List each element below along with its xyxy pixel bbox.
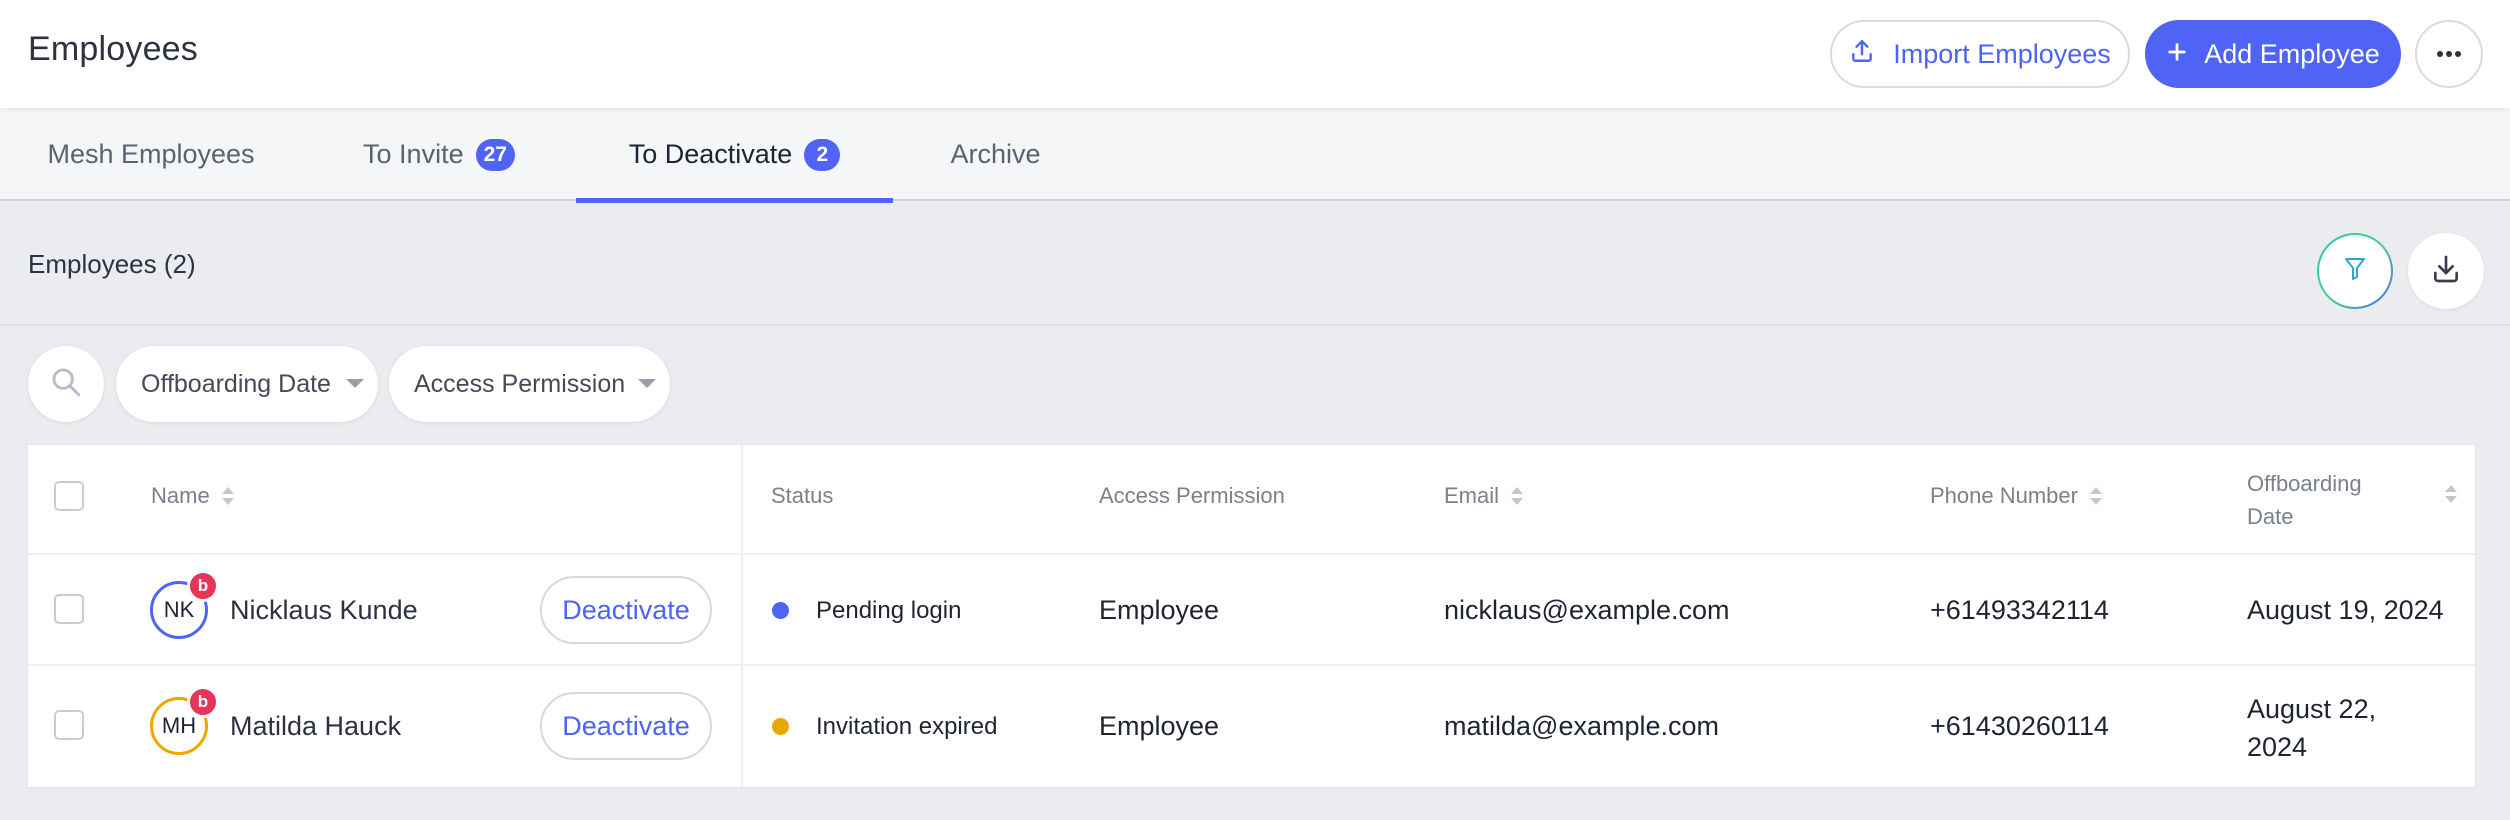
- header-access-permission: Access Permission: [1099, 483, 1285, 509]
- tab-label: Archive: [950, 139, 1041, 169]
- tab-to-deactivate[interactable]: To Deactivate 2: [576, 108, 893, 203]
- avatar-initials: NK: [163, 597, 195, 622]
- add-employee-button[interactable]: Add Employee: [2145, 20, 2401, 88]
- header-label-line: Date: [2247, 504, 2294, 529]
- more-horizontal-icon: [2436, 45, 2462, 63]
- select-all-checkbox[interactable]: [54, 481, 84, 511]
- import-employees-label: Import Employees: [1893, 38, 2111, 69]
- deactivate-button[interactable]: Deactivate: [540, 576, 712, 644]
- tab-bar: Mesh Employees To Invite 27 To Deactivat…: [0, 108, 2510, 203]
- phone-value: +61430260114: [1930, 711, 2109, 741]
- dropdown-label: Access Permission: [414, 369, 626, 398]
- offboarding-date-filter[interactable]: Offboarding Date: [116, 346, 378, 422]
- status-text: Invitation expired: [816, 713, 998, 740]
- tab-label: To Invite: [363, 139, 464, 169]
- chevron-down-icon: [638, 379, 656, 388]
- search-button[interactable]: [28, 346, 104, 422]
- employee-name[interactable]: Matilda Hauck: [230, 711, 401, 742]
- download-button[interactable]: [2408, 233, 2484, 309]
- dropdown-label: Offboarding Date: [141, 369, 331, 398]
- header-label: Status: [771, 483, 834, 508]
- offboarding-date-value: August 19, 2024: [2247, 595, 2444, 625]
- status-text: Pending login: [816, 597, 962, 624]
- offboarding-date-line: August 22,: [2247, 694, 2377, 724]
- avatar[interactable]: NK b: [150, 570, 219, 639]
- row-checkbox[interactable]: [54, 710, 84, 740]
- status-badge: b: [187, 570, 219, 602]
- deactivate-button[interactable]: Deactivate: [540, 692, 712, 760]
- download-icon: [2430, 253, 2462, 290]
- header-name[interactable]: Name: [151, 483, 234, 509]
- header-label: Access Permission: [1099, 483, 1285, 508]
- tab-mesh-employees[interactable]: Mesh Employees: [0, 108, 302, 201]
- column-divider: [741, 445, 743, 787]
- row-separator: [28, 664, 2475, 666]
- employee-name[interactable]: Nicklaus Kunde: [230, 595, 418, 626]
- phone-value: +61493342114: [1930, 595, 2109, 625]
- offboarding-date-line: 2024: [2247, 732, 2308, 762]
- header-label: Email: [1444, 483, 1500, 508]
- tab-label: Mesh Employees: [47, 139, 255, 169]
- filter-icon: [2343, 255, 2367, 288]
- more-options-button[interactable]: [2415, 20, 2483, 88]
- header-label-line: Offboarding: [2247, 471, 2362, 496]
- header-label: Name: [151, 483, 210, 508]
- sort-icon: [221, 487, 234, 505]
- section-header: Employees (2): [0, 201, 2510, 326]
- avatar[interactable]: MH b: [150, 686, 219, 755]
- status-dot: [772, 718, 789, 735]
- header-label: Offboarding Date: [2247, 467, 2362, 533]
- tab-archive[interactable]: Archive: [893, 108, 1098, 201]
- count-badge: 2: [804, 138, 841, 171]
- sort-icon: [2089, 487, 2102, 505]
- page-title: Employees: [28, 30, 198, 68]
- row-checkbox[interactable]: [54, 594, 84, 624]
- offboarding-date-value: August 22, 2024: [2247, 690, 2376, 766]
- header-email[interactable]: Email: [1444, 483, 1524, 509]
- header-phone-number[interactable]: Phone Number: [1930, 483, 2102, 509]
- header-offboarding-date[interactable]: Offboarding Date: [2247, 467, 2457, 533]
- page-header: Employees Import Employees Add Employee: [0, 0, 2510, 108]
- upload-icon: [1849, 38, 1875, 71]
- sort-icon: [2445, 485, 2457, 503]
- status-dot: [772, 602, 789, 619]
- access-permission-value: Employee: [1099, 711, 1220, 741]
- tab-to-invite[interactable]: To Invite 27: [302, 108, 576, 201]
- add-employee-label: Add Employee: [2204, 38, 2380, 69]
- row-separator: [28, 553, 2475, 555]
- sort-icon: [1511, 487, 1524, 505]
- search-icon: [49, 365, 83, 404]
- access-permission-value: Employee: [1099, 595, 1220, 625]
- chevron-down-icon: [346, 379, 364, 388]
- employee-count-title: Employees (2): [28, 249, 196, 279]
- access-permission-filter[interactable]: Access Permission: [389, 346, 670, 422]
- avatar-initials: MH: [161, 713, 197, 738]
- filter-button[interactable]: [2317, 233, 2393, 309]
- plus-icon: [2166, 39, 2188, 70]
- tab-label: To Deactivate: [628, 139, 793, 169]
- employees-table: Name Status Access Permission Email Phon…: [28, 445, 2475, 787]
- count-badge: 27: [475, 138, 515, 171]
- email-value: matilda@example.com: [1444, 711, 1720, 741]
- email-value: nicklaus@example.com: [1444, 595, 1730, 625]
- header-status: Status: [771, 483, 833, 509]
- import-employees-button[interactable]: Import Employees: [1830, 20, 2130, 88]
- header-label: Phone Number: [1930, 483, 2078, 508]
- status-badge: b: [187, 686, 219, 718]
